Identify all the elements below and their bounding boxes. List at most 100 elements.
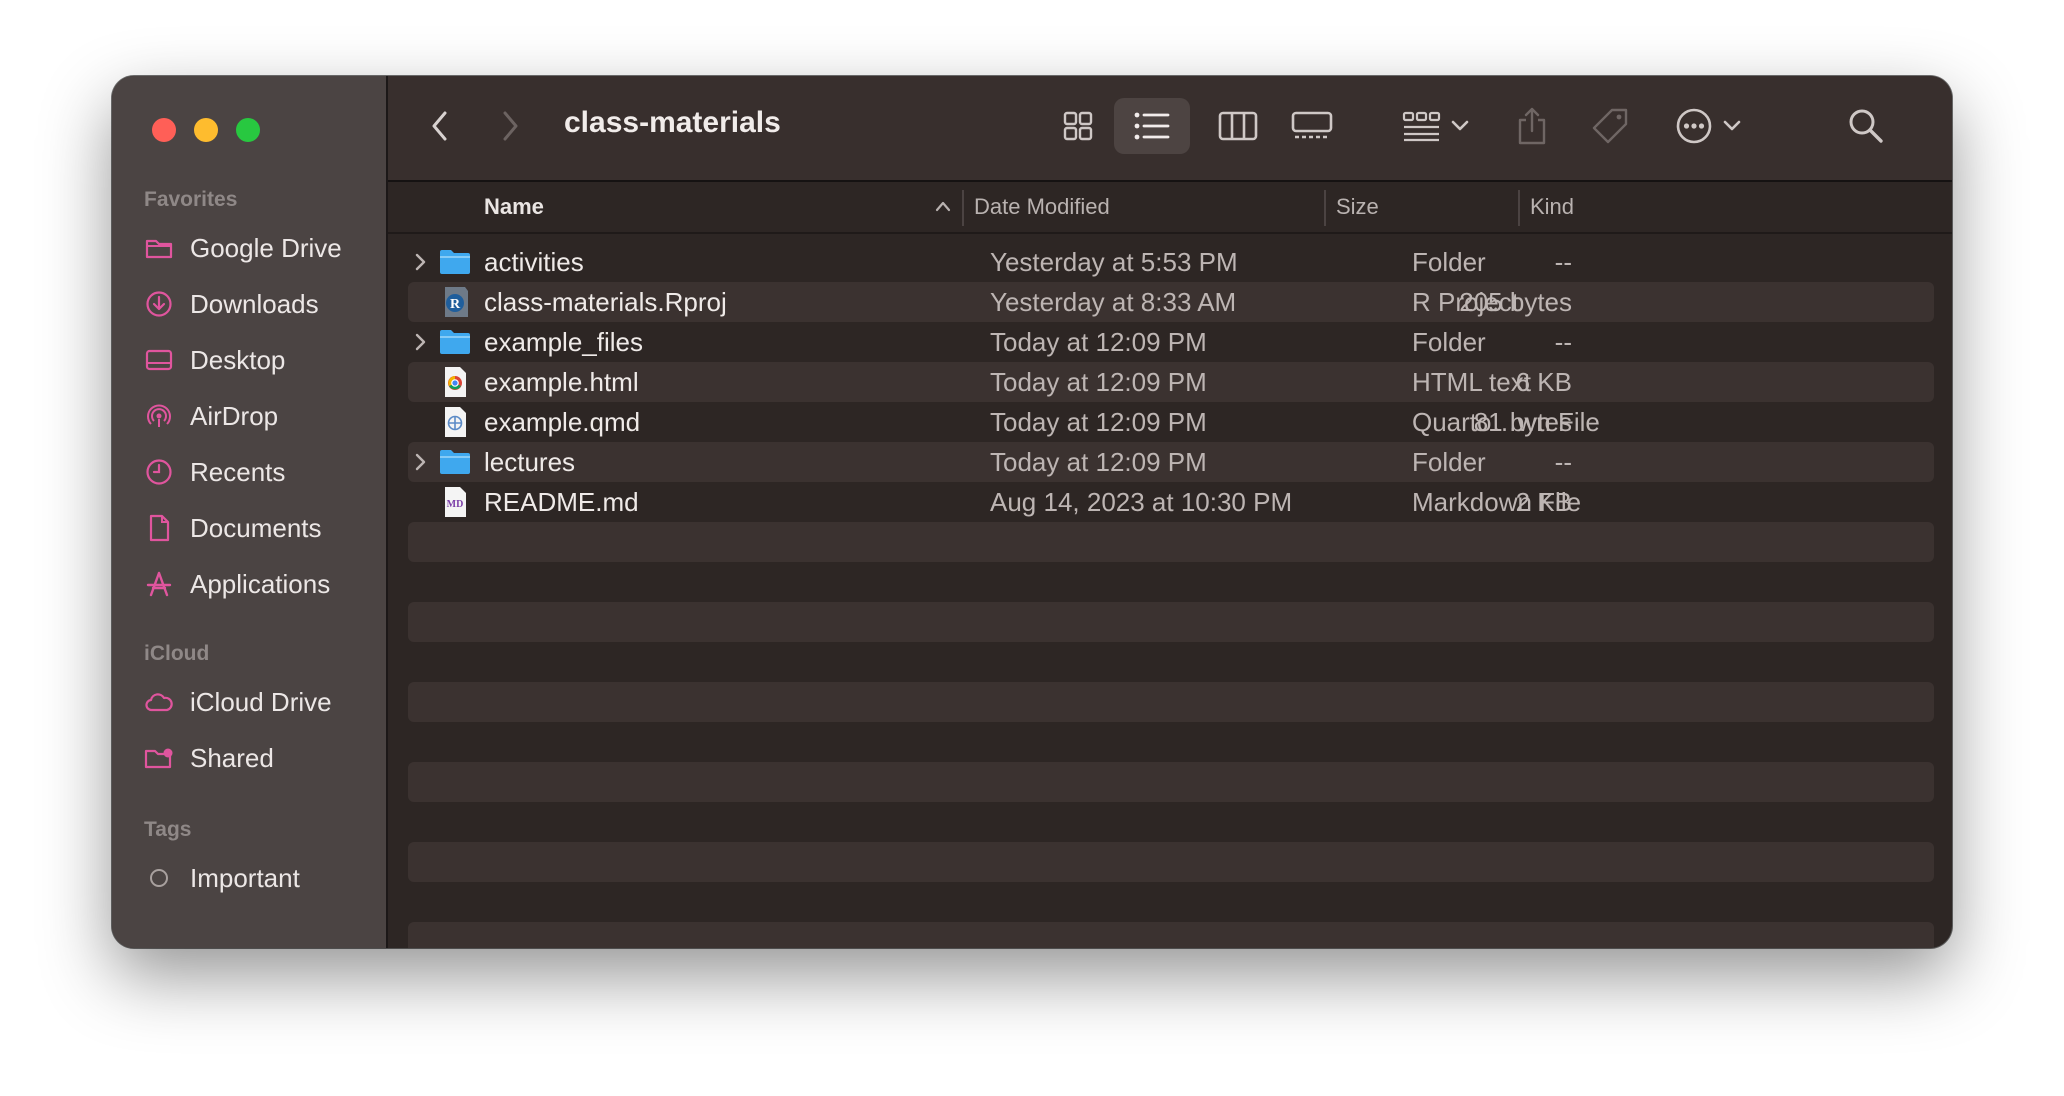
file-name: class-materials.Rproj (484, 287, 727, 317)
sidebar-item-desktop[interactable]: Desktop (144, 338, 285, 382)
window-controls (152, 118, 260, 142)
column-header-name[interactable]: Name (484, 182, 544, 232)
sidebar-item-documents[interactable]: Documents (144, 506, 322, 550)
file-list: activities Yesterday at 5:53 PM -- Folde… (388, 234, 1952, 948)
chevron-right-icon (503, 111, 518, 141)
file-row-readme-md[interactable]: MD README.md Aug 14, 2023 at 10:30 PM 2 … (408, 482, 1934, 522)
svg-text:R: R (450, 297, 461, 312)
download-icon (144, 289, 174, 319)
file-row-example-qmd[interactable]: example.qmd Today at 12:09 PM 81 bytes Q… (408, 402, 1934, 442)
column-divider[interactable] (1324, 190, 1326, 226)
folder-icon (438, 446, 474, 478)
clock-icon (144, 457, 174, 487)
sidebar-item-airdrop[interactable]: AirDrop (144, 394, 278, 438)
file-name: example.qmd (484, 407, 641, 437)
zoom-window-button[interactable] (236, 118, 260, 142)
empty-row (408, 682, 1934, 722)
sidebar-item-recents[interactable]: Recents (144, 450, 285, 494)
gallery-view-button[interactable] (1290, 106, 1334, 146)
column-header-kind[interactable]: Kind (1530, 182, 1574, 232)
chevron-down-icon (1451, 120, 1469, 131)
sidebar-item-label: Applications (190, 568, 331, 599)
sidebar-item-label: Google Drive (190, 232, 342, 263)
columns-icon (1218, 111, 1258, 141)
sidebar-item-applications[interactable]: Applications (144, 562, 330, 606)
file-kind: HTML text (1412, 367, 1531, 397)
file-date: Yesterday at 8:33 AM (990, 287, 1237, 317)
search-button[interactable] (1844, 104, 1888, 148)
more-actions-button[interactable] (1668, 104, 1748, 148)
empty-row (408, 602, 1934, 642)
finder-window: Favorites Google Drive Downloads Desktop… (112, 76, 1952, 948)
search-icon (1849, 109, 1883, 143)
empty-row (408, 842, 1934, 882)
sidebar-item-label: Shared (190, 742, 274, 773)
folder-icon (438, 326, 474, 358)
share-button[interactable] (1512, 102, 1552, 150)
minimize-window-button[interactable] (194, 118, 218, 142)
disclosure-triangle[interactable] (414, 322, 434, 362)
sidebar-item-tag-important[interactable]: Important (144, 856, 300, 900)
sidebar-heading-icloud: iCloud (144, 642, 210, 665)
rproject-file-icon: R (438, 286, 474, 318)
file-name: lectures (484, 447, 576, 477)
sidebar-item-icloud-drive[interactable]: iCloud Drive (144, 680, 332, 724)
desktop-icon (144, 345, 174, 375)
column-header-date[interactable]: Date Modified (974, 182, 1110, 232)
chevron-right-icon (415, 453, 426, 471)
sort-ascending-icon (935, 201, 951, 212)
sidebar-item-label: Desktop (190, 344, 286, 375)
sidebar-item-shared[interactable]: Shared (144, 736, 274, 780)
sidebar-item-label: Recents (190, 456, 286, 487)
sidebar-item-label: Documents (190, 512, 322, 543)
file-name: example_files (484, 327, 643, 357)
tag-icon (1592, 108, 1628, 144)
file-name: activities (484, 247, 584, 277)
empty-row (408, 522, 1934, 562)
share-icon (1518, 107, 1546, 145)
file-date: Today at 12:09 PM (990, 367, 1207, 397)
window-title: class-materials (564, 106, 781, 139)
sidebar-item-google-drive[interactable]: Google Drive (144, 226, 342, 270)
sidebar-heading-tags: Tags (144, 818, 192, 841)
document-icon (144, 513, 174, 543)
toolbar: class-materials (388, 76, 1952, 182)
list-icon (1134, 112, 1170, 140)
file-row-class-materials-rproj[interactable]: R class-materials.Rproj Yesterday at 8:3… (408, 282, 1934, 322)
disclosure-triangle[interactable] (414, 442, 434, 482)
group-by-button[interactable] (1398, 106, 1474, 146)
group-icon (1402, 111, 1441, 142)
applications-icon (144, 569, 174, 599)
close-window-button[interactable] (152, 118, 176, 142)
column-divider[interactable] (962, 190, 964, 226)
tag-button[interactable] (1588, 104, 1632, 148)
folder-icon (144, 233, 174, 263)
file-kind: R Project (1412, 287, 1519, 317)
file-row-activities[interactable]: activities Yesterday at 5:53 PM -- Folde… (408, 242, 1934, 282)
disclosure-triangle[interactable] (414, 242, 434, 282)
file-name: example.html (484, 367, 639, 397)
cloud-icon (144, 687, 174, 717)
ellipsis-circle-icon (1676, 108, 1712, 144)
file-row-lectures[interactable]: lectures Today at 12:09 PM -- Folder (408, 442, 1934, 482)
file-row-example-html[interactable]: example.html Today at 12:09 PM 6 KB HTML… (408, 362, 1934, 402)
file-date: Today at 12:09 PM (990, 407, 1207, 437)
file-kind: Folder (1412, 327, 1486, 357)
empty-row (408, 762, 1934, 802)
column-divider[interactable] (1518, 190, 1520, 226)
back-button[interactable] (424, 106, 456, 146)
chevron-down-icon (1723, 120, 1741, 131)
forward-button[interactable] (494, 106, 526, 146)
column-header-size[interactable]: Size (1336, 182, 1379, 232)
file-row-example-files[interactable]: example_files Today at 12:09 PM -- Folde… (408, 322, 1934, 362)
column-view-button[interactable] (1216, 106, 1260, 146)
sidebar-item-downloads[interactable]: Downloads (144, 282, 319, 326)
sidebar-item-label: Downloads (190, 288, 319, 319)
markdown-file-icon: MD (438, 486, 474, 518)
chevron-left-icon (432, 111, 447, 141)
file-date: Yesterday at 5:53 PM (990, 247, 1238, 277)
icon-view-button[interactable] (1058, 106, 1098, 146)
airdrop-icon (144, 401, 174, 431)
chevron-right-icon (415, 333, 426, 351)
file-name: README.md (484, 487, 639, 517)
